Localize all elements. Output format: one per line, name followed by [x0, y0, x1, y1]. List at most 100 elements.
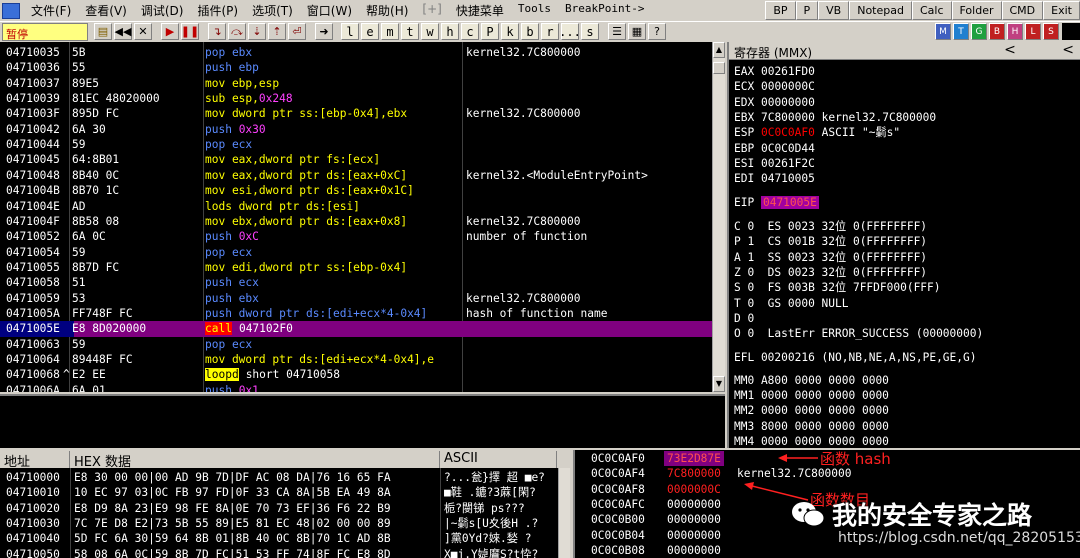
window-button[interactable]: b — [521, 23, 539, 40]
plugin-button[interactable]: L — [1025, 23, 1041, 40]
step-over-icon[interactable]: ⤼ — [228, 23, 246, 40]
help-icon[interactable]: ? — [648, 23, 666, 40]
menu-item[interactable]: 窗口(W) — [300, 2, 359, 19]
grid-icon[interactable]: ▦ — [628, 23, 646, 40]
menu-item[interactable]: 快捷菜单 — [449, 2, 511, 19]
menu-item[interactable]: 插件(P) — [190, 2, 245, 19]
dump-row[interactable]: 04710050 58 08 6A 0C|59 8B 7D FC|51 53 FF… — [0, 547, 570, 558]
disasm-row[interactable]: 0471004B 8B70 1C mov esi,dword ptr ds:[eax… — [0, 183, 712, 198]
run-icon[interactable]: ▶ — [161, 23, 179, 40]
disasm-row[interactable]: 04710064 89448F FC mov dword ptr ds:[edi+e… — [0, 352, 712, 367]
hex-dump-pane[interactable]: 地址 HEX 数据 ASCII 04710000 E8 30 00 00|00 A… — [0, 450, 570, 558]
quick-button[interactable]: Exit — [1043, 1, 1080, 20]
disasm-row[interactable]: 04710055 8B7D FC mov edi,dword ptr ss:[ebp… — [0, 260, 712, 275]
window-button[interactable]: k — [501, 23, 519, 40]
dump-col-ascii[interactable]: ASCII — [440, 451, 557, 468]
window-button[interactable]: w — [421, 23, 439, 40]
menu-item[interactable]: 帮助(H) — [359, 2, 415, 19]
disasm-row[interactable]: 0471005E E8 8D020000 call 047102F0 — [0, 321, 712, 337]
window-button[interactable]: c — [461, 23, 479, 40]
disasm-row[interactable]: 0471004F 8B58 08 mov ebx,dword ptr ds:[eax… — [0, 214, 712, 229]
window-button[interactable]: h — [441, 23, 459, 40]
menu-item[interactable]: [+] — [415, 2, 448, 19]
plugin-button[interactable]: H — [1007, 23, 1023, 40]
disasm-row[interactable]: 0471006A 6A 01 push 0x1 — [0, 383, 712, 392]
open-icon[interactable]: ▤ — [94, 23, 112, 40]
dump-scrollbar[interactable] — [558, 468, 570, 558]
window-button[interactable]: r — [541, 23, 559, 40]
window-button[interactable]: m — [381, 23, 399, 40]
plugin-button[interactable]: T — [953, 23, 969, 40]
window-button[interactable]: P — [481, 23, 499, 40]
disasm-row[interactable]: 04710042 6A 30 push 0x30 — [0, 122, 712, 137]
menu-item[interactable]: 选项(T) — [245, 2, 300, 19]
trace-into-icon[interactable]: ⇣ — [248, 23, 266, 40]
scroll-up-icon[interactable]: ▲ — [713, 42, 725, 58]
disasm-row[interactable]: 04710068 ^ E2 EE loopd short 04710058 — [0, 367, 712, 382]
disassembly-pane[interactable]: 04710035 5B pop ebx kernel32.7C800000 047100… — [0, 42, 712, 392]
disasm-row[interactable]: 04710059 53 push ebx kernel32.7C800000 — [0, 291, 712, 306]
disasm-instruction: push dword ptr ds:[edi+ecx*4-0x4] — [205, 306, 427, 321]
dump-row[interactable]: 04710010 10 EC 97 03|0C FB 97 FD|0F 33 CA… — [0, 485, 570, 500]
window-button[interactable]: t — [401, 23, 419, 40]
plugin-button[interactable]: M — [935, 23, 951, 40]
execute-till-return-icon[interactable]: ⏎ — [288, 23, 306, 40]
disassembly-scrollbar[interactable]: ▲ ▼ — [712, 42, 725, 392]
disasm-row[interactable]: 0471004E AD lods dword ptr ds:[esi] — [0, 199, 712, 214]
trace-over-icon[interactable]: ⇡ — [268, 23, 286, 40]
window-button[interactable]: s — [581, 23, 599, 40]
window-button[interactable]: l — [341, 23, 359, 40]
disasm-hex: 8B7D FC — [72, 260, 120, 274]
dump-col-hex[interactable]: HEX 数据 — [70, 451, 440, 470]
dump-row[interactable]: 04710030 7C 7E D8 E2|73 5B 55 89|E5 81 EC… — [0, 516, 570, 531]
disasm-row[interactable]: 04710044 59 pop ecx — [0, 137, 712, 152]
plugin-button[interactable]: B — [989, 23, 1005, 40]
disasm-row[interactable]: 04710039 81EC 48020000 sub esp,0x248 — [0, 91, 712, 106]
menu-item[interactable]: 文件(F) — [24, 2, 78, 19]
scroll-thumb[interactable] — [713, 62, 725, 74]
quick-button[interactable]: CMD — [1001, 1, 1044, 20]
quick-button[interactable]: Folder — [951, 1, 1002, 20]
disasm-row[interactable]: 04710054 59 pop ecx — [0, 245, 712, 260]
plugin-button[interactable]: G — [971, 23, 987, 40]
list-icon[interactable]: ☰ — [608, 23, 626, 40]
dump-row[interactable]: 04710020 E8 D9 8A 23|E9 98 FE 8A|0E 70 73… — [0, 501, 570, 516]
scroll-down-icon[interactable]: ▼ — [713, 376, 725, 392]
disasm-row[interactable]: 04710048 8B40 0C mov eax,dword ptr ds:[eax… — [0, 168, 712, 183]
quick-button[interactable]: Calc — [911, 1, 952, 20]
disasm-row[interactable]: 04710045 64:8B01 mov eax,dword ptr fs:[ecx… — [0, 152, 712, 167]
dump-col-address[interactable]: 地址 — [0, 451, 70, 470]
quick-button[interactable]: P — [795, 1, 819, 20]
registers-prev2-icon[interactable]: < — [1062, 42, 1074, 58]
quick-button[interactable]: VB — [818, 1, 850, 20]
dump-row[interactable]: 04710040 5D FC 6A 30|59 64 8B 01|8B 40 0C… — [0, 531, 570, 546]
disasm-row[interactable]: 04710058 51 push ecx — [0, 275, 712, 290]
command-box[interactable] — [1062, 23, 1080, 40]
disasm-row[interactable]: 04710036 55 push ebp — [0, 60, 712, 75]
step-into-icon[interactable]: ↴ — [208, 23, 226, 40]
disasm-row[interactable]: 0471005A FF748F FC push dword ptr ds:[edi+… — [0, 306, 712, 321]
quick-button[interactable]: BP — [765, 1, 796, 20]
disasm-row[interactable]: 04710052 6A 0C push 0xC number of function — [0, 229, 712, 244]
window-button[interactable]: e — [361, 23, 379, 40]
goto-icon[interactable]: ➜ — [315, 23, 333, 40]
menu-item[interactable]: 调试(D) — [134, 2, 191, 19]
pause-icon[interactable]: ❚❚ — [181, 23, 199, 40]
rewind-icon[interactable]: ◀◀ — [114, 23, 132, 40]
registers-pane[interactable]: 寄存器 (MMX) < < EAX 00261FD0 ECX 0000000C … — [727, 42, 1080, 448]
disasm-row[interactable]: 04710037 89E5 mov ebp,esp — [0, 76, 712, 91]
stack-address: 0C0C0B00 — [591, 513, 645, 527]
registers-prev-icon[interactable]: < — [1004, 42, 1016, 58]
disasm-row[interactable]: 04710063 59 pop ecx — [0, 337, 712, 352]
close-icon[interactable]: ✕ — [134, 23, 152, 40]
disasm-row[interactable]: 04710035 5B pop ebx kernel32.7C800000 — [0, 45, 712, 60]
disasm-row[interactable]: 0471003F 895D FC mov dword ptr ss:[ebp-0x4… — [0, 106, 712, 121]
dump-row[interactable]: 04710000 E8 30 00 00|00 AD 9B 7D|DF AC 08… — [0, 470, 570, 485]
plugin-button[interactable]: S — [1043, 23, 1059, 40]
window-button[interactable]: ... — [559, 23, 581, 40]
register-name: EAX — [734, 65, 755, 78]
menu-item[interactable]: 查看(V) — [78, 2, 134, 19]
menu-item[interactable]: Tools — [511, 2, 558, 19]
quick-button[interactable]: Notepad — [849, 1, 912, 20]
menu-item[interactable]: BreakPoint-> — [558, 2, 651, 19]
